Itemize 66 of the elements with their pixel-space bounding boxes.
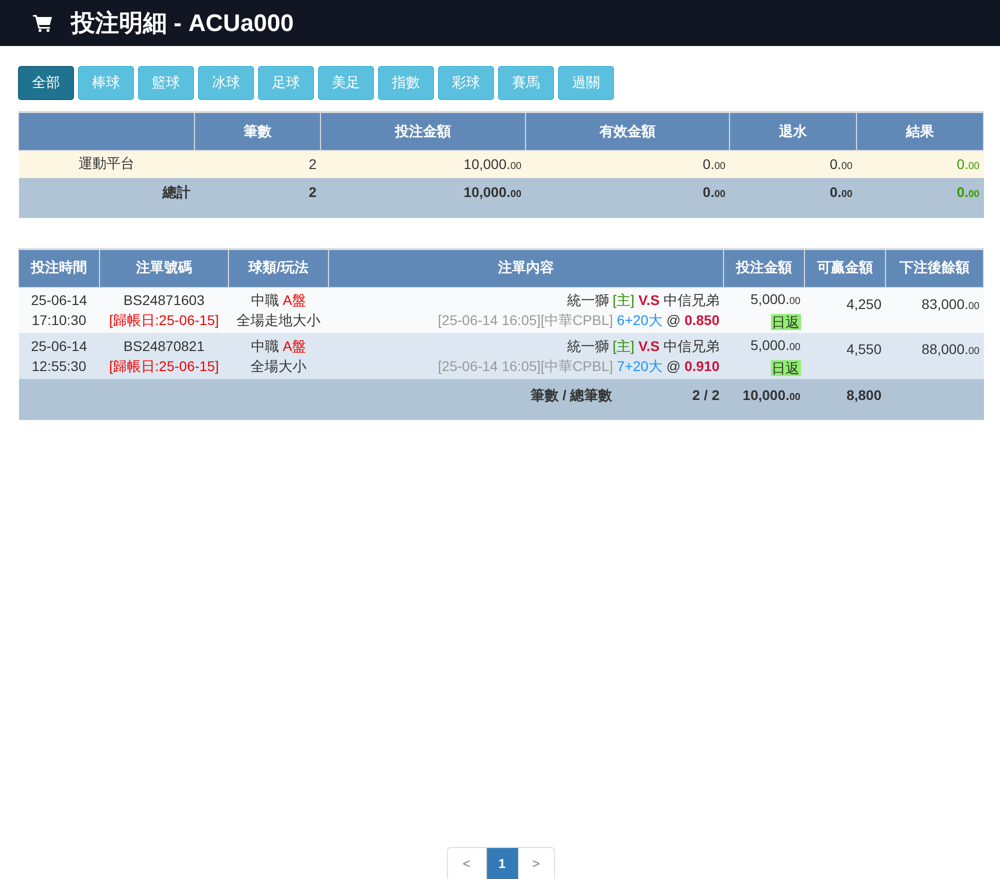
column-header: 投注金額 (395, 122, 451, 138)
sport-tab[interactable]: 美足 (318, 66, 374, 100)
shopping-cart-icon (33, 14, 53, 32)
sport-tab[interactable]: 足球 (258, 66, 314, 100)
rebate-amount: 0.00 (830, 184, 852, 200)
sport-tab[interactable]: 過關 (558, 66, 614, 100)
bet-amount: 5,000.00 (750, 290, 800, 307)
count-value: 2 / 2 (692, 387, 720, 403)
settlement-tag: 日返 (770, 360, 800, 376)
match-line: 統一獅 [主] V.S 中信兄弟 (566, 337, 720, 356)
column-header: 筆數 (244, 122, 272, 138)
column-header: 結果 (906, 122, 934, 138)
sport-tab[interactable]: 賽馬 (498, 66, 554, 100)
ticket-number: BS24871603 (122, 291, 206, 310)
win-amount: 4,250 (846, 296, 882, 312)
sport-tab[interactable]: 全部 (18, 66, 74, 100)
sport-tab[interactable]: 指數 (378, 66, 434, 100)
sport-tab[interactable]: 棒球 (78, 66, 134, 100)
sport-tab[interactable]: 籃球 (138, 66, 194, 100)
total-bet-amount: 10,000.00 (742, 387, 800, 403)
result-amount: 0.00 (956, 184, 980, 200)
page-button[interactable]: 1 (486, 848, 518, 879)
league-market: 中職 A盤 (250, 291, 308, 310)
total-win-amount: 8,800 (846, 387, 882, 403)
settlement-tag: 日返 (770, 314, 800, 330)
count-label: 筆數 / 總筆數 (530, 387, 612, 403)
valid-amount: 0.00 (702, 184, 726, 200)
bet-time: 17:10:30 (30, 311, 88, 330)
balance-amount: 83,000.00 (922, 296, 980, 312)
bet-date: 25-06-14 (30, 337, 88, 356)
valid-amount: 0.00 (702, 156, 726, 172)
column-header: 有效金額 (600, 122, 656, 138)
next-page-button[interactable]: > (518, 848, 554, 879)
column-header: 投注時間 (31, 259, 87, 275)
bet-time: 12:55:30 (30, 357, 88, 376)
rebate-amount: 0.00 (830, 156, 852, 172)
balance-amount: 88,000.00 (922, 341, 980, 357)
bet-amount: 10,000.00 (464, 184, 522, 200)
play-type: 全場大小 (250, 357, 308, 376)
sport-tab[interactable]: 彩球 (438, 66, 494, 100)
column-header: 可贏金額 (817, 259, 873, 275)
total-label: 總計 (162, 184, 190, 200)
column-header: 下注後餘額 (900, 259, 970, 275)
play-type: 全場走地大小 (236, 311, 322, 330)
column-header: 退水 (779, 122, 807, 138)
count-value: 2 (308, 156, 316, 172)
odds-line: [25-06-14 16:05][中華CPBL] 6+20大 @ 0.850 (436, 311, 720, 330)
odds-line: [25-06-14 16:05][中華CPBL] 7+20大 @ 0.910 (436, 357, 720, 376)
match-line: 統一獅 [主] V.S 中信兄弟 (566, 291, 720, 310)
column-header: 注單內容 (498, 259, 554, 275)
result-amount: 0.00 (956, 156, 980, 172)
bet-amount: 5,000.00 (750, 336, 800, 352)
page-title: 投注明細 - ACUa000 (71, 9, 294, 39)
bet-amount: 10,000.00 (464, 156, 522, 172)
settle-date: [歸帳日:25-06-15] (108, 357, 220, 376)
count-value: 2 (308, 184, 316, 200)
settle-date: [歸帳日:25-06-15] (108, 311, 220, 330)
bet-date: 25-06-14 (30, 291, 88, 310)
ticket-number: BS24870821 (122, 337, 206, 356)
platform-label: 運動平台 (78, 155, 134, 172)
sport-tab[interactable]: 冰球 (198, 66, 254, 100)
column-header: 注單號碼 (136, 259, 192, 275)
win-amount: 4,550 (846, 341, 882, 357)
column-header: 投注金額 (736, 259, 792, 275)
column-header: 球類/玩法 (248, 259, 308, 275)
league-market: 中職 A盤 (250, 337, 308, 356)
